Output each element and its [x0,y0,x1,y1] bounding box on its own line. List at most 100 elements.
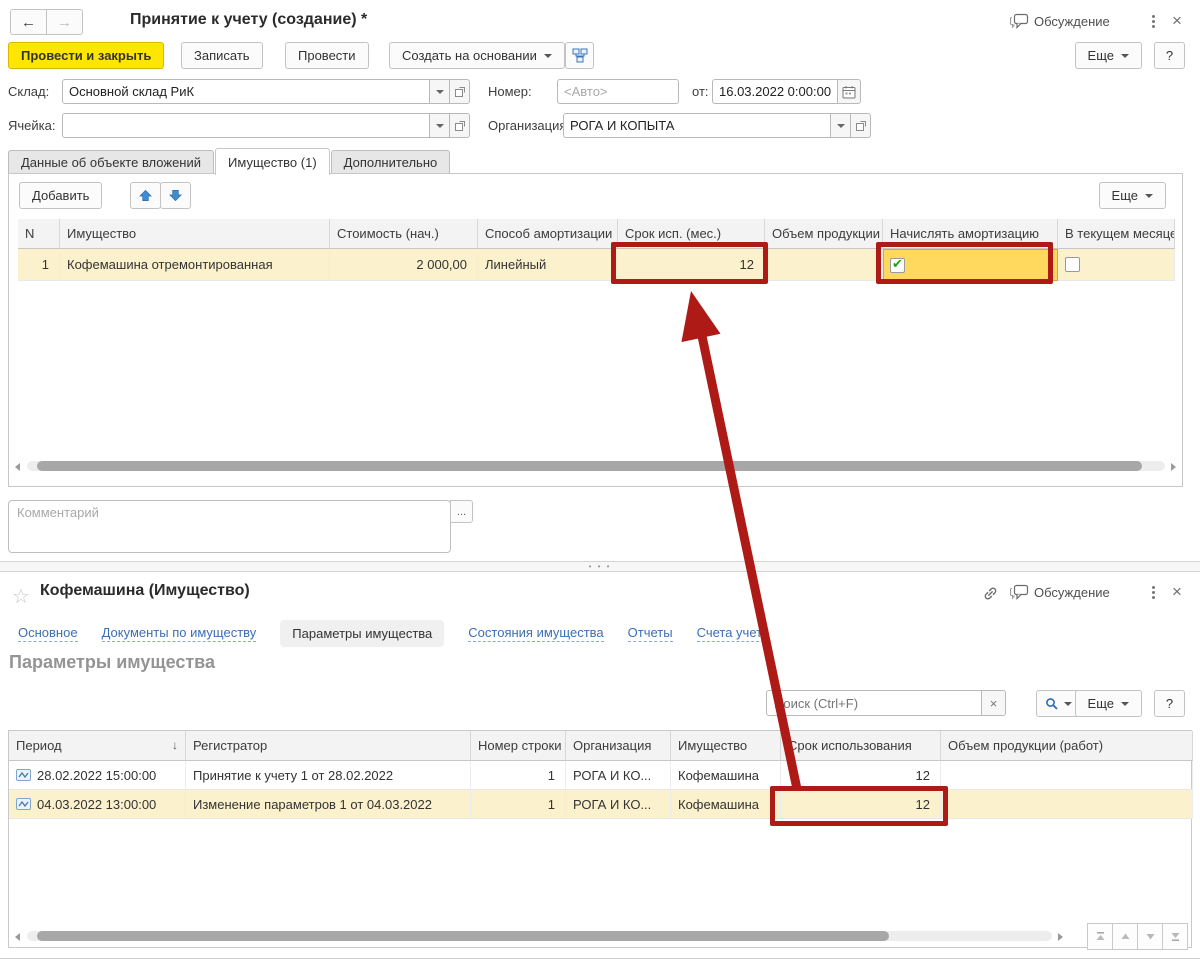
warehouse-input[interactable] [62,79,430,104]
add-row-button[interactable]: Добавить [19,182,102,209]
more-button-card[interactable]: Еще [1075,690,1142,717]
cell-dropdown-button[interactable] [429,113,450,138]
comment-input[interactable] [8,500,451,553]
discussion-icon[interactable] [1010,13,1029,30]
cell-volume[interactable] [941,790,1193,819]
go-up-button[interactable] [1112,923,1138,950]
forward-button[interactable] [46,9,83,35]
col-current-month[interactable]: В текущем месяце [1058,219,1175,249]
cell-property[interactable]: Кофемашина [671,761,781,790]
cell-cost[interactable]: 2 000,00 [330,249,478,281]
cell-open-button[interactable] [449,113,470,138]
more-button-top[interactable]: Еще [1075,42,1142,69]
cell-organization[interactable]: РОГА И КО... [566,761,671,790]
nav-link-documents[interactable]: Документы по имуществу [102,625,257,642]
history-nav [10,9,83,35]
scroll-left-arrow[interactable] [15,463,20,471]
write-button[interactable]: Записать [181,42,263,69]
create-based-on-button[interactable]: Создать на основании [389,42,565,69]
col-volume[interactable]: Объем продукции (работ) [941,731,1193,761]
col-line-no[interactable]: Номер строки [471,731,566,761]
go-last-icon [1170,931,1181,942]
discussion-link[interactable]: Обсуждение [1034,585,1110,600]
help-button-top[interactable]: ? [1154,42,1185,69]
cell-volume[interactable] [765,249,883,281]
col-method[interactable]: Способ амортизации [478,219,618,249]
cell-organization[interactable]: РОГА И КО... [566,790,671,819]
warehouse-open-button[interactable] [449,79,470,104]
col-registrar[interactable]: Регистратор [186,731,471,761]
cell-line-no[interactable]: 1 [471,790,566,819]
more-button-grid[interactable]: Еще [1099,182,1166,209]
discussion-link[interactable]: Обсуждение [1034,14,1110,29]
create-based-on-label: Создать на основании [402,48,537,63]
arrow-up-icon [139,189,152,202]
favorite-star-icon[interactable] [12,584,30,609]
cell-n[interactable]: 1 [18,249,60,281]
menu-dots-icon[interactable] [1146,13,1160,29]
number-input[interactable] [557,79,679,104]
post-button[interactable]: Провести [285,42,369,69]
comment-more-button[interactable]: ... [450,500,473,523]
discussion-icon[interactable] [1010,584,1029,601]
cell-period[interactable]: 04.03.2022 13:00:00 [9,790,186,819]
nav-link-states[interactable]: Состояния имущества [468,625,603,642]
close-icon[interactable] [1172,12,1182,29]
col-usage-term[interactable]: Срок использования [781,731,941,761]
col-period[interactable]: Период [9,731,186,761]
document-structure-button[interactable] [565,42,594,69]
organization-open-button[interactable] [850,113,871,138]
scrollbar-thumb[interactable] [37,931,889,941]
nav-link-accounts[interactable]: Счета учета [697,625,770,642]
cell-property[interactable]: Кофемашина [671,790,781,819]
col-period-label: Период [16,731,62,760]
col-property[interactable]: Имущество [671,731,781,761]
scroll-right-arrow[interactable] [1171,463,1176,471]
col-property[interactable]: Имущество [60,219,330,249]
go-last-button[interactable] [1162,923,1188,950]
tab-investment-object[interactable]: Данные об объекте вложений [8,150,214,175]
scrollbar-thumb[interactable] [37,461,1142,471]
go-down-button[interactable] [1137,923,1163,950]
col-organization[interactable]: Организация [566,731,671,761]
warehouse-dropdown-button[interactable] [429,79,450,104]
cell-in-current-month[interactable] [1058,249,1175,281]
cell-label: Ячейка: [8,113,55,138]
cell-property[interactable]: Кофемашина отремонтированная [60,249,330,281]
window-splitter[interactable] [0,561,1200,572]
post-and-close-button[interactable]: Провести и закрыть [8,42,164,69]
period-value: 28.02.2022 15:00:00 [37,768,156,783]
nav-link-reports[interactable]: Отчеты [628,625,673,642]
cell-period[interactable]: 28.02.2022 15:00:00 [9,761,186,790]
search-clear-button[interactable]: × [981,690,1006,716]
cell-input[interactable] [62,113,430,138]
cell-volume[interactable] [941,761,1193,790]
back-button[interactable] [10,9,47,35]
go-first-button[interactable] [1087,923,1113,950]
link-chain-icon[interactable] [982,585,999,602]
col-n[interactable]: N [18,219,60,249]
cell-line-no[interactable]: 1 [471,761,566,790]
cell-method[interactable]: Линейный [478,249,618,281]
help-button-card[interactable]: ? [1154,690,1185,717]
current-month-checkbox[interactable] [1065,257,1080,272]
menu-dots-icon[interactable] [1146,584,1160,600]
organization-dropdown-button[interactable] [830,113,851,138]
tab-property[interactable]: Имущество (1) [215,148,330,175]
move-down-button[interactable] [160,182,191,209]
cell-registrar[interactable]: Принятие к учету 1 от 28.02.2022 [186,761,471,790]
col-cost[interactable]: Стоимость (нач.) [330,219,478,249]
nav-link-parameters[interactable]: Параметры имущества [280,620,444,647]
scroll-right-arrow[interactable] [1058,933,1063,941]
close-icon[interactable] [1172,583,1182,600]
nav-link-main[interactable]: Основное [18,625,78,642]
scroll-left-arrow[interactable] [15,933,20,941]
date-input[interactable] [712,79,838,104]
search-input[interactable] [766,690,982,716]
tab-additional[interactable]: Дополнительно [331,150,451,175]
col-volume[interactable]: Объем продукции [765,219,883,249]
move-up-button[interactable] [130,182,161,209]
calendar-button[interactable] [837,79,861,104]
organization-input[interactable] [563,113,831,138]
cell-registrar[interactable]: Изменение параметров 1 от 04.03.2022 [186,790,471,819]
